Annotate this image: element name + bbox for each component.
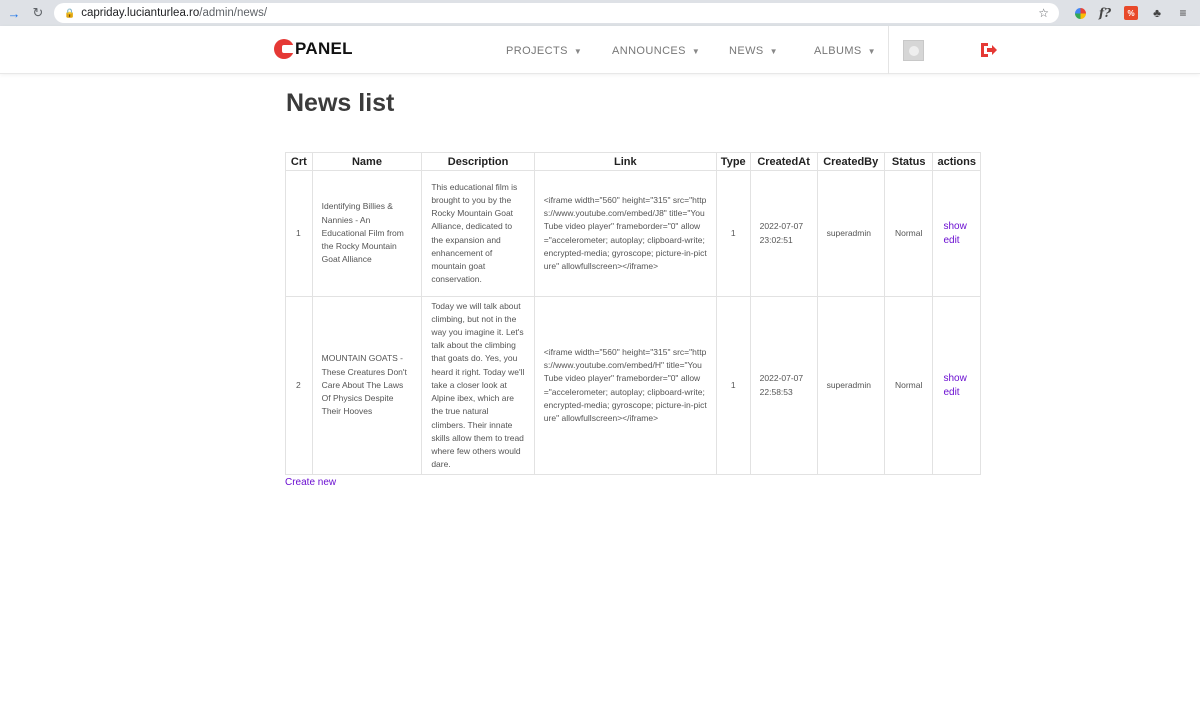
cell-status: Normal xyxy=(883,296,934,475)
page-title: News list xyxy=(286,89,395,117)
menu-announces-label: ANNOUNCES xyxy=(612,45,686,57)
cell-link: <iframe width="560" height="315" src="ht… xyxy=(533,170,717,297)
column-header: actions xyxy=(932,152,981,171)
browser-toolbar: → ↻ 🔒 capriday.lucianturlea.ro/admin/new… xyxy=(0,0,1200,26)
formula-extension-icon[interactable]: f? xyxy=(1098,6,1112,20)
avatar[interactable] xyxy=(903,40,924,61)
cell-type: 1 xyxy=(715,296,751,475)
percent-extension-icon[interactable]: % xyxy=(1124,6,1138,20)
edit-link[interactable]: edit xyxy=(943,386,971,400)
bookmark-star-icon[interactable]: ☆ xyxy=(1038,6,1049,20)
cell-description: Today we will talk about climbing, but n… xyxy=(421,296,535,475)
column-header: Type xyxy=(715,152,751,171)
forward-arrow-icon[interactable]: → xyxy=(6,5,22,21)
column-header: CreatedAt xyxy=(749,152,818,171)
column-header: Name xyxy=(311,152,423,171)
logo-c-icon xyxy=(274,39,294,59)
lock-icon: 🔒 xyxy=(64,7,76,18)
chevron-down-icon: ▼ xyxy=(867,47,876,56)
show-link[interactable]: show xyxy=(943,220,971,234)
cell-created-at: 2022-07-07 23:02:51 xyxy=(749,170,818,297)
logo-text: PANEL xyxy=(295,39,353,58)
cell-name: Identifying Billies & Nannies - An Educa… xyxy=(311,170,423,297)
cell-created-by: superadmin xyxy=(816,170,885,297)
column-header: Crt xyxy=(285,152,313,171)
table-header-row: Crt Name Description Link Type CreatedAt… xyxy=(285,152,981,171)
cell-crt: 1 xyxy=(285,170,313,297)
edit-link[interactable]: edit xyxy=(943,234,971,248)
menu-announces[interactable]: ANNOUNCES ▼ xyxy=(612,45,700,57)
app-header: PANEL PROJECTS ▼ ANNOUNCES ▼ NEWS ▼ ALBUMS ▼ xyxy=(0,26,1200,74)
column-header: Link xyxy=(533,152,717,171)
color-extension-icon[interactable] xyxy=(1075,7,1086,19)
reload-icon[interactable]: ↻ xyxy=(30,5,46,21)
table-row: 1 Identifying Billies & Nannies - An Edu… xyxy=(285,170,981,297)
menu-albums-label: ALBUMS xyxy=(814,45,862,57)
cell-status: Normal xyxy=(883,170,934,297)
cell-name: MOUNTAIN GOATS - These Creatures Don't C… xyxy=(311,296,423,475)
menu-news[interactable]: NEWS ▼ xyxy=(729,45,778,57)
cell-link: <iframe width="560" height="315" src="ht… xyxy=(533,296,717,475)
address-bar[interactable]: 🔒 capriday.lucianturlea.ro/admin/news/ ☆ xyxy=(54,3,1059,23)
news-table: Crt Name Description Link Type CreatedAt… xyxy=(285,152,981,475)
create-new-link[interactable]: Create new xyxy=(285,477,336,488)
show-link[interactable]: show xyxy=(943,372,971,386)
chevron-down-icon: ▼ xyxy=(769,47,778,56)
column-header: CreatedBy xyxy=(816,152,885,171)
link-text: <iframe width="560" height="315" src="ht… xyxy=(543,346,707,423)
cell-description: This educational film is brought to you … xyxy=(421,170,535,297)
menu-news-label: NEWS xyxy=(729,45,764,57)
chevron-down-icon: ▼ xyxy=(573,47,583,56)
column-header: Status xyxy=(883,152,934,171)
link-text: <iframe width="560" height="315" src="ht… xyxy=(543,194,707,271)
table-row: 2 MOUNTAIN GOATS - These Creatures Don't… xyxy=(285,296,981,475)
url-host: capriday.lucianturlea.ro xyxy=(81,7,200,19)
column-header: Description xyxy=(421,152,535,171)
cell-created-by: superadmin xyxy=(816,296,885,475)
menu-albums[interactable]: ALBUMS ▼ xyxy=(814,45,876,57)
cell-actions: show edit xyxy=(932,170,981,297)
cell-created-at: 2022-07-07 22:58:53 xyxy=(749,296,818,475)
menu-projects-label: PROJECTS xyxy=(506,45,568,57)
cell-crt: 2 xyxy=(285,296,313,475)
cell-type: 1 xyxy=(715,170,751,297)
avatar-image xyxy=(908,45,919,56)
logo[interactable]: PANEL xyxy=(274,39,353,59)
cell-actions: show edit xyxy=(932,296,981,475)
header-divider xyxy=(888,26,889,74)
logout-icon[interactable] xyxy=(980,42,998,58)
menu-projects[interactable]: PROJECTS ▼ xyxy=(506,45,582,57)
reading-list-icon[interactable]: ≡ xyxy=(1176,6,1190,20)
chevron-down-icon: ▼ xyxy=(691,47,701,56)
url-path: /admin/news/ xyxy=(199,7,268,19)
puzzle-extensions-icon[interactable]: ♣ xyxy=(1150,6,1164,20)
